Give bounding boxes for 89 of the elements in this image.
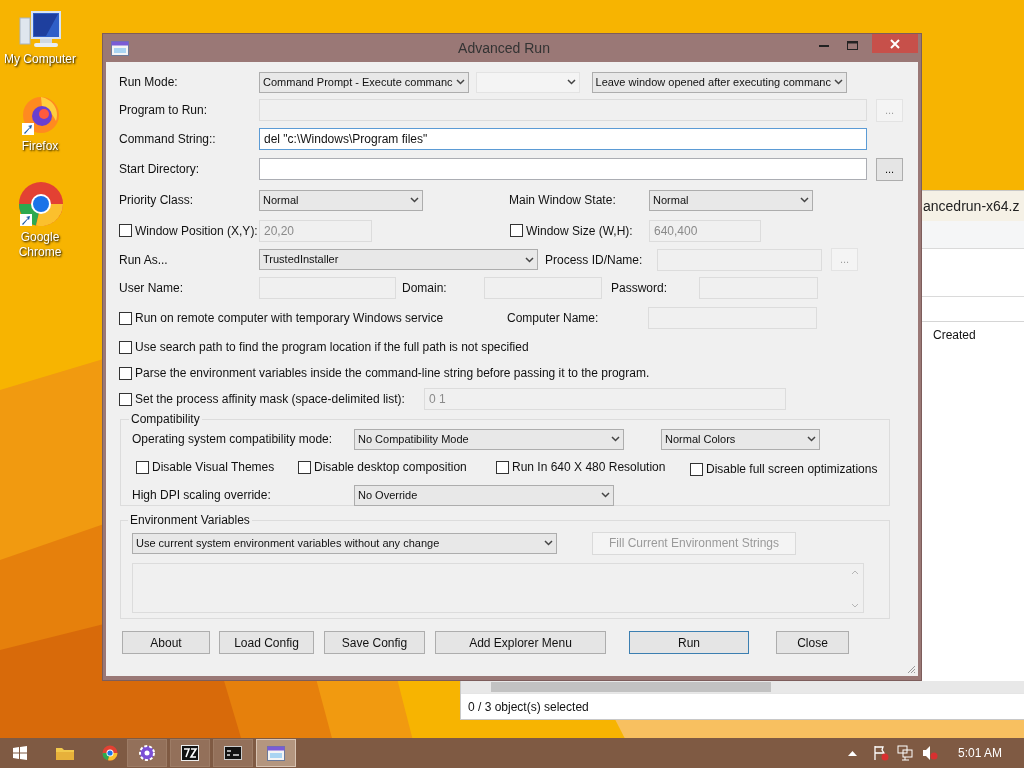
network-icon[interactable] xyxy=(896,745,913,761)
field-label: Operating system compatibility mode: xyxy=(132,432,333,446)
dropdown[interactable]: Leave window opened after executing commanc xyxy=(591,71,847,93)
dialog-button[interactable]: Save Config xyxy=(324,631,425,654)
field-label: User Name: xyxy=(119,281,183,295)
field-label: Command String:: xyxy=(119,132,216,146)
group-title: Compatibility xyxy=(131,412,200,426)
checkbox-label: Disable desktop composition xyxy=(314,459,467,476)
checkbox[interactable] xyxy=(119,340,132,354)
field-label: Run Mode: xyxy=(119,75,178,89)
browse-button[interactable]: ... xyxy=(876,157,903,181)
dialog-button[interactable]: About xyxy=(122,631,210,654)
scroll-arrows-icon xyxy=(850,568,860,610)
checkbox[interactable] xyxy=(136,460,149,474)
muted-speaker-icon[interactable] xyxy=(921,745,938,761)
scrollbar-thumb[interactable] xyxy=(491,682,771,692)
app-window-icon xyxy=(267,745,285,761)
field-label: Program to Run: xyxy=(119,103,208,117)
column-header[interactable]: Created xyxy=(933,325,976,344)
checkbox-label: Set the process affinity mask (space-delimited list): xyxy=(135,391,405,408)
checkbox-label: Window Position (X,Y): xyxy=(135,222,258,240)
close-window-button[interactable] xyxy=(872,34,918,53)
chevron-icon xyxy=(455,79,465,85)
chevron-icon xyxy=(525,256,534,263)
dropdown[interactable]: Normal Colors xyxy=(661,428,820,450)
status-text: 0 / 3 object(s) selected xyxy=(468,698,589,716)
window-title: ancedrun-x64.z xyxy=(923,196,1020,216)
maximize-icon[interactable] xyxy=(847,41,858,50)
checkbox-label: Run In 640 X 480 Resolution xyxy=(512,459,666,476)
field-label: Priority Class: xyxy=(119,193,193,207)
group-title: Environment Variables xyxy=(130,513,250,527)
field-label: Computer Name: xyxy=(507,311,599,325)
computer-icon xyxy=(18,10,62,50)
text-field[interactable]: del "c:\Windows\Program files" xyxy=(259,128,867,150)
dropdown[interactable]: TrustedInstaller xyxy=(259,249,538,270)
checkbox-label: Parse the environment variables inside the command-line string before passing it to the program. xyxy=(135,365,650,382)
windows-start-icon[interactable] xyxy=(13,746,27,760)
minimize-icon[interactable] xyxy=(819,45,829,48)
field-label: Domain: xyxy=(402,281,447,295)
chevron-icon xyxy=(544,540,553,546)
taskbar-app-button[interactable] xyxy=(213,739,253,767)
tray-up-arrow-icon[interactable] xyxy=(847,750,857,756)
checkbox[interactable] xyxy=(298,460,311,474)
chevron-icon xyxy=(566,79,576,85)
chrome-icon[interactable] xyxy=(102,745,118,761)
checkbox[interactable] xyxy=(119,366,132,380)
field-label: Main Window State: xyxy=(509,193,616,207)
dropdown[interactable]: Normal xyxy=(649,189,813,211)
archive-icon xyxy=(181,745,199,761)
app-window-icon xyxy=(111,40,129,56)
checkbox-label: Disable Visual Themes xyxy=(152,459,275,476)
flag-icon[interactable] xyxy=(872,745,889,761)
chevron-icon xyxy=(800,197,809,203)
field-label: Password: xyxy=(611,281,668,295)
checkbox[interactable] xyxy=(690,462,703,476)
field-label: Run As... xyxy=(119,252,168,267)
checkbox-label: Window Size (W,H): xyxy=(526,222,633,240)
dialog-button[interactable]: Load Config xyxy=(219,631,314,654)
checkbox[interactable] xyxy=(119,311,132,325)
chevron-icon xyxy=(807,436,816,442)
chevron-icon xyxy=(601,492,610,498)
field-label: Start Directory: xyxy=(119,162,199,176)
checkbox[interactable] xyxy=(496,460,509,474)
chrome-icon xyxy=(16,180,64,228)
text-field[interactable] xyxy=(259,158,867,180)
dialog-button[interactable]: Add Explorer Menu xyxy=(435,631,606,654)
window-title: Advanced Run xyxy=(458,38,550,58)
folder-icon[interactable] xyxy=(56,746,74,760)
dropdown[interactable]: Normal xyxy=(259,189,423,211)
checkbox-label: Disable full screen optimizations xyxy=(706,461,878,478)
field-label: Process ID/Name: xyxy=(545,252,643,267)
dropdown[interactable]: Use current system environment variables without any change xyxy=(132,532,557,554)
checkbox-label: Use search path to find the program location if the full path is not specified xyxy=(135,339,529,356)
dropdown[interactable]: Command Prompt - Execute commanc xyxy=(259,71,469,93)
chevron-icon xyxy=(410,197,419,203)
checkbox-label: Run on remote computer with temporary Windows service xyxy=(135,310,444,327)
clock[interactable]: 5:01 AM xyxy=(957,744,1002,762)
field-label: High DPI scaling override: xyxy=(132,488,271,502)
dialog-button[interactable]: Close xyxy=(776,631,849,654)
dropdown[interactable]: No Override xyxy=(354,484,614,506)
dropdown[interactable]: No Compatibility Mode xyxy=(354,428,624,450)
taskbar-app-button[interactable] xyxy=(170,739,210,767)
console-icon xyxy=(224,746,242,760)
gear-icon xyxy=(138,744,156,762)
close-icon xyxy=(890,38,900,49)
resize-grip-icon[interactable] xyxy=(906,664,916,674)
dialog-button[interactable]: Run xyxy=(629,631,749,654)
chevron-icon xyxy=(833,79,843,85)
chevron-icon xyxy=(611,436,620,442)
